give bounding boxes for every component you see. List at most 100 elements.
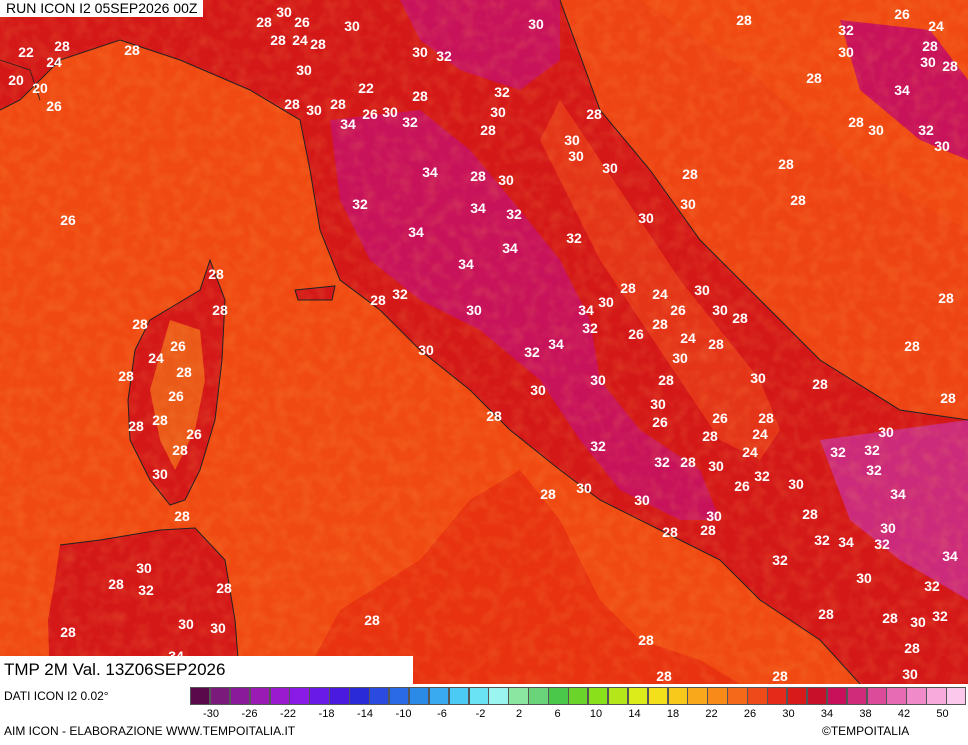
map-title: TMP 2M Val. 13Z06SEP2026 [0,656,413,684]
color-swatch [587,687,609,705]
copyright: ©TEMPOITALIA [822,724,910,738]
temperature-label: 30 [382,104,398,120]
color-swatch [190,687,211,705]
temperature-label: 28 [638,632,654,648]
temperature-label: 32 [830,444,846,460]
temperature-label: 30 [672,350,688,366]
temperature-label: 30 [598,294,614,310]
temperature-label: 30 [564,132,580,148]
temperature-label: 34 [340,116,356,132]
temperature-label: 30 [712,302,728,318]
color-swatch [647,687,669,705]
temperature-label: 32 [772,552,788,568]
temperature-label: 26 [894,6,910,22]
color-swatch [508,687,529,705]
temperature-label: 30 [530,382,546,398]
temperature-label: 32 [566,230,582,246]
temperature-label: 32 [352,196,368,212]
scale-tick-label: 10 [589,708,603,720]
color-swatch [209,687,231,705]
temperature-label: 28 [790,192,806,208]
temperature-label: 30 [680,196,696,212]
color-swatch [747,687,768,705]
temperature-label: 28 [940,390,956,406]
temperature-label: 30 [306,102,322,118]
temperature-label: 30 [152,466,168,482]
temperature-label: 22 [358,80,374,96]
color-swatch [269,687,290,705]
temperature-label: 26 [60,212,76,228]
color-swatch [329,687,350,705]
scale-tick-label: -22 [280,708,296,720]
scale-tick-label: 38 [859,708,872,720]
temperature-label: 24 [46,54,62,70]
temperature-label: 28 [942,58,958,74]
temperature-label: 28 [682,166,698,182]
color-swatch [249,687,271,705]
color-swatch [786,687,808,705]
temperature-label: 28 [174,508,190,524]
data-source: DATI ICON I2 0.02° [4,689,109,703]
temperature-label: 28 [702,428,718,444]
temperature-label: 32 [654,454,670,470]
temperature-label: 30 [344,18,360,34]
temperature-label: 28 [176,364,192,380]
temperature-label: 30 [418,342,434,358]
temperature-label: 28 [806,70,822,86]
temperature-label: 30 [296,62,312,78]
temperature-label: 28 [54,38,70,54]
temperature-label: 28 [848,114,864,130]
temperature-label: 28 [364,612,380,628]
temperature-label: 24 [292,32,308,48]
color-swatch [727,687,748,705]
scale-tick-label: 50 [936,708,949,720]
credits: AIM ICON - ELABORAZIONE WWW.TEMPOITALIA.… [4,724,296,738]
temperature-label: 26 [628,326,644,342]
temperature-label: 26 [294,14,310,30]
temperature-label: 24 [652,286,668,302]
temperature-label: 28 [656,668,672,684]
color-swatch [568,687,589,705]
temperature-label: 32 [494,84,510,100]
temperature-label: 32 [392,286,408,302]
temperature-label: 28 [778,156,794,172]
color-swatch [369,687,390,705]
temperature-label: 34 [422,164,438,180]
color-swatch [607,687,629,705]
temperature-label: 30 [868,122,884,138]
temperature-label: 28 [586,106,602,122]
temperature-label: 30 [490,104,506,120]
color-swatch [428,687,450,705]
temperature-label: 28 [128,418,144,434]
scale-tick-label: 6 [554,708,561,720]
temperature-label: 28 [708,336,724,352]
temperature-label: 28 [208,266,224,282]
temperature-label: 28 [700,522,716,538]
color-swatch [826,687,848,705]
temperature-label: 32 [524,344,540,360]
color-swatch [846,687,867,705]
temperature-label: 32 [436,48,452,64]
temperature-label: 26 [652,414,668,430]
temperature-label: 28 [732,310,748,326]
scale-tick-label: 42 [897,708,911,720]
color-swatch [707,687,728,705]
temperature-label: 28 [284,96,300,112]
temperature-label: 30 [708,458,724,474]
temperature-label: 32 [138,582,154,598]
temperature-label: 28 [330,96,346,112]
scale-tick-label: 2 [515,708,523,720]
scale-tick-label: 22 [705,708,718,720]
temperature-label: 30 [136,560,152,576]
temperature-label: 28 [772,668,788,684]
temperature-label: 30 [694,282,710,298]
temperature-label: 34 [894,82,910,98]
temperature-label: 30 [466,302,482,318]
temperature-label: 30 [210,620,226,636]
temperature-label: 28 [662,524,678,540]
temperature-label: 28 [124,42,140,58]
temperature-label: 30 [276,4,292,20]
temperature-label: 32 [838,22,854,38]
temperature-label: 30 [902,666,918,682]
scale-tick-label: -30 [203,708,219,720]
